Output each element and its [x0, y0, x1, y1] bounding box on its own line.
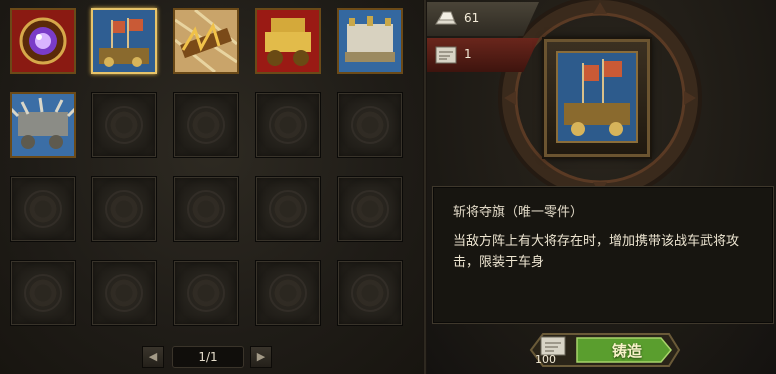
slot-emblem: [187, 106, 225, 144]
slot-emblem: [269, 106, 307, 144]
slot-emblem: [187, 190, 225, 228]
silver-resource: 61: [427, 2, 539, 36]
slot-emblem: [24, 274, 62, 312]
slot-emblem: [105, 106, 143, 144]
purple-orb-icon: [12, 10, 74, 72]
golden-spikes-icon: [175, 10, 237, 72]
craft-cost: 100: [535, 333, 571, 367]
detail-panel: 61 1 斩将夺旗（唯一零件） 当敌方阵上有大将存在时，增加携带该战车武将攻击，…: [427, 0, 776, 374]
inventory-slot-silver-fortress[interactable]: [337, 8, 403, 74]
next-page-button[interactable]: ▶: [250, 346, 272, 368]
slot-emblem: [105, 274, 143, 312]
inventory-slot-empty[interactable]: [337, 92, 403, 158]
craft-cost-value: 100: [535, 353, 556, 366]
inventory-slot-empty[interactable]: [173, 92, 239, 158]
silver-amount: 61: [464, 11, 480, 25]
blueprint-scroll-icon: [435, 46, 457, 64]
inventory-slot-empty[interactable]: [10, 260, 76, 326]
slot-emblem: [269, 274, 307, 312]
inventory-slot-empty[interactable]: [173, 260, 239, 326]
craft-button[interactable]: 铸造: [587, 340, 667, 361]
inventory-slot-empty[interactable]: [91, 176, 157, 242]
page-indicator: 1/1: [172, 346, 244, 368]
prev-page-button[interactable]: ◀: [142, 346, 164, 368]
slot-emblem: [24, 190, 62, 228]
inventory-slot-empty[interactable]: [255, 176, 321, 242]
blueprint-amount: 1: [464, 47, 472, 61]
slot-emblem: [351, 190, 389, 228]
craft-section: 100 铸造: [521, 330, 681, 370]
inventory-slot-empty[interactable]: [337, 260, 403, 326]
inventory-slot-purple-orb[interactable]: [10, 8, 76, 74]
pagination: ◀ 1/1 ▶: [140, 344, 276, 370]
slot-emblem: [351, 274, 389, 312]
inventory-slot-empty[interactable]: [173, 176, 239, 242]
slot-emblem: [351, 106, 389, 144]
inventory-slot-empty[interactable]: [337, 176, 403, 242]
silver-ingot-icon: [435, 11, 457, 25]
silver-fortress-icon: [339, 10, 401, 72]
inventory-slot-war-banner-cart[interactable]: [91, 8, 157, 74]
inventory-slot-golden-chariot[interactable]: [255, 8, 321, 74]
golden-chariot-icon: [257, 10, 319, 72]
inventory-slot-empty[interactable]: [255, 260, 321, 326]
slot-emblem: [105, 190, 143, 228]
inventory-slot-golden-spikes[interactable]: [173, 8, 239, 74]
inventory-panel: ◀ 1/1 ▶: [0, 0, 423, 374]
slot-emblem: [187, 274, 225, 312]
inventory-slot-empty[interactable]: [255, 92, 321, 158]
inventory-slot-empty[interactable]: [10, 176, 76, 242]
war-banner-cart-icon: [558, 53, 636, 141]
war-banner-cart-icon: [93, 10, 155, 72]
inventory-slot-spiked-war-wagon[interactable]: [10, 92, 76, 158]
inventory-slot-empty[interactable]: [91, 92, 157, 158]
item-description: 当敌方阵上有大将存在时，增加携带该战车武将攻击，限装于车身: [453, 234, 740, 270]
description-box: 斩将夺旗（唯一零件） 当敌方阵上有大将存在时，增加携带该战车武将攻击，限装于车身: [432, 186, 774, 324]
blueprint-resource: 1: [427, 38, 539, 72]
spiked-war-wagon-icon: [12, 94, 74, 156]
inventory-slot-empty[interactable]: [91, 260, 157, 326]
item-title: 斩将夺旗（唯一零件）: [453, 205, 584, 220]
slot-emblem: [269, 190, 307, 228]
selected-item-frame: [544, 39, 650, 157]
